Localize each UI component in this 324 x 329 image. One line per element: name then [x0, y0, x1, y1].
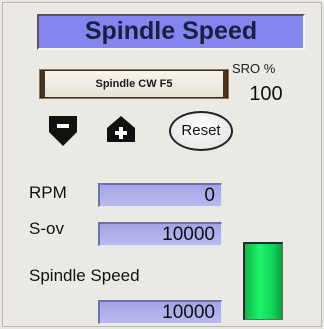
spindle-override-label: S-ov — [29, 219, 64, 238]
panel-title: Spindle Speed — [37, 14, 305, 50]
sro-label: SRO % — [232, 61, 276, 76]
spindle-status-led — [243, 242, 283, 320]
spindle-speed-panel: Spindle Speed Spindle CW F5 SRO % 100 Re… — [2, 2, 322, 327]
sro-value: 100 — [249, 83, 283, 105]
up-arrow-plus-icon[interactable] — [106, 115, 136, 143]
rpm-readout: 0 — [98, 183, 222, 207]
spindle-override-field[interactable]: 10000 — [98, 222, 222, 246]
rpm-label: RPM — [29, 183, 67, 202]
spindle-speed-field[interactable]: 10000 — [98, 300, 222, 324]
spindle-speed-label: Spindle Speed — [29, 266, 140, 285]
reset-button[interactable]: Reset — [169, 111, 233, 151]
down-arrow-minus-icon[interactable] — [48, 115, 78, 147]
spindle-cw-button[interactable]: Spindle CW F5 — [40, 70, 228, 98]
